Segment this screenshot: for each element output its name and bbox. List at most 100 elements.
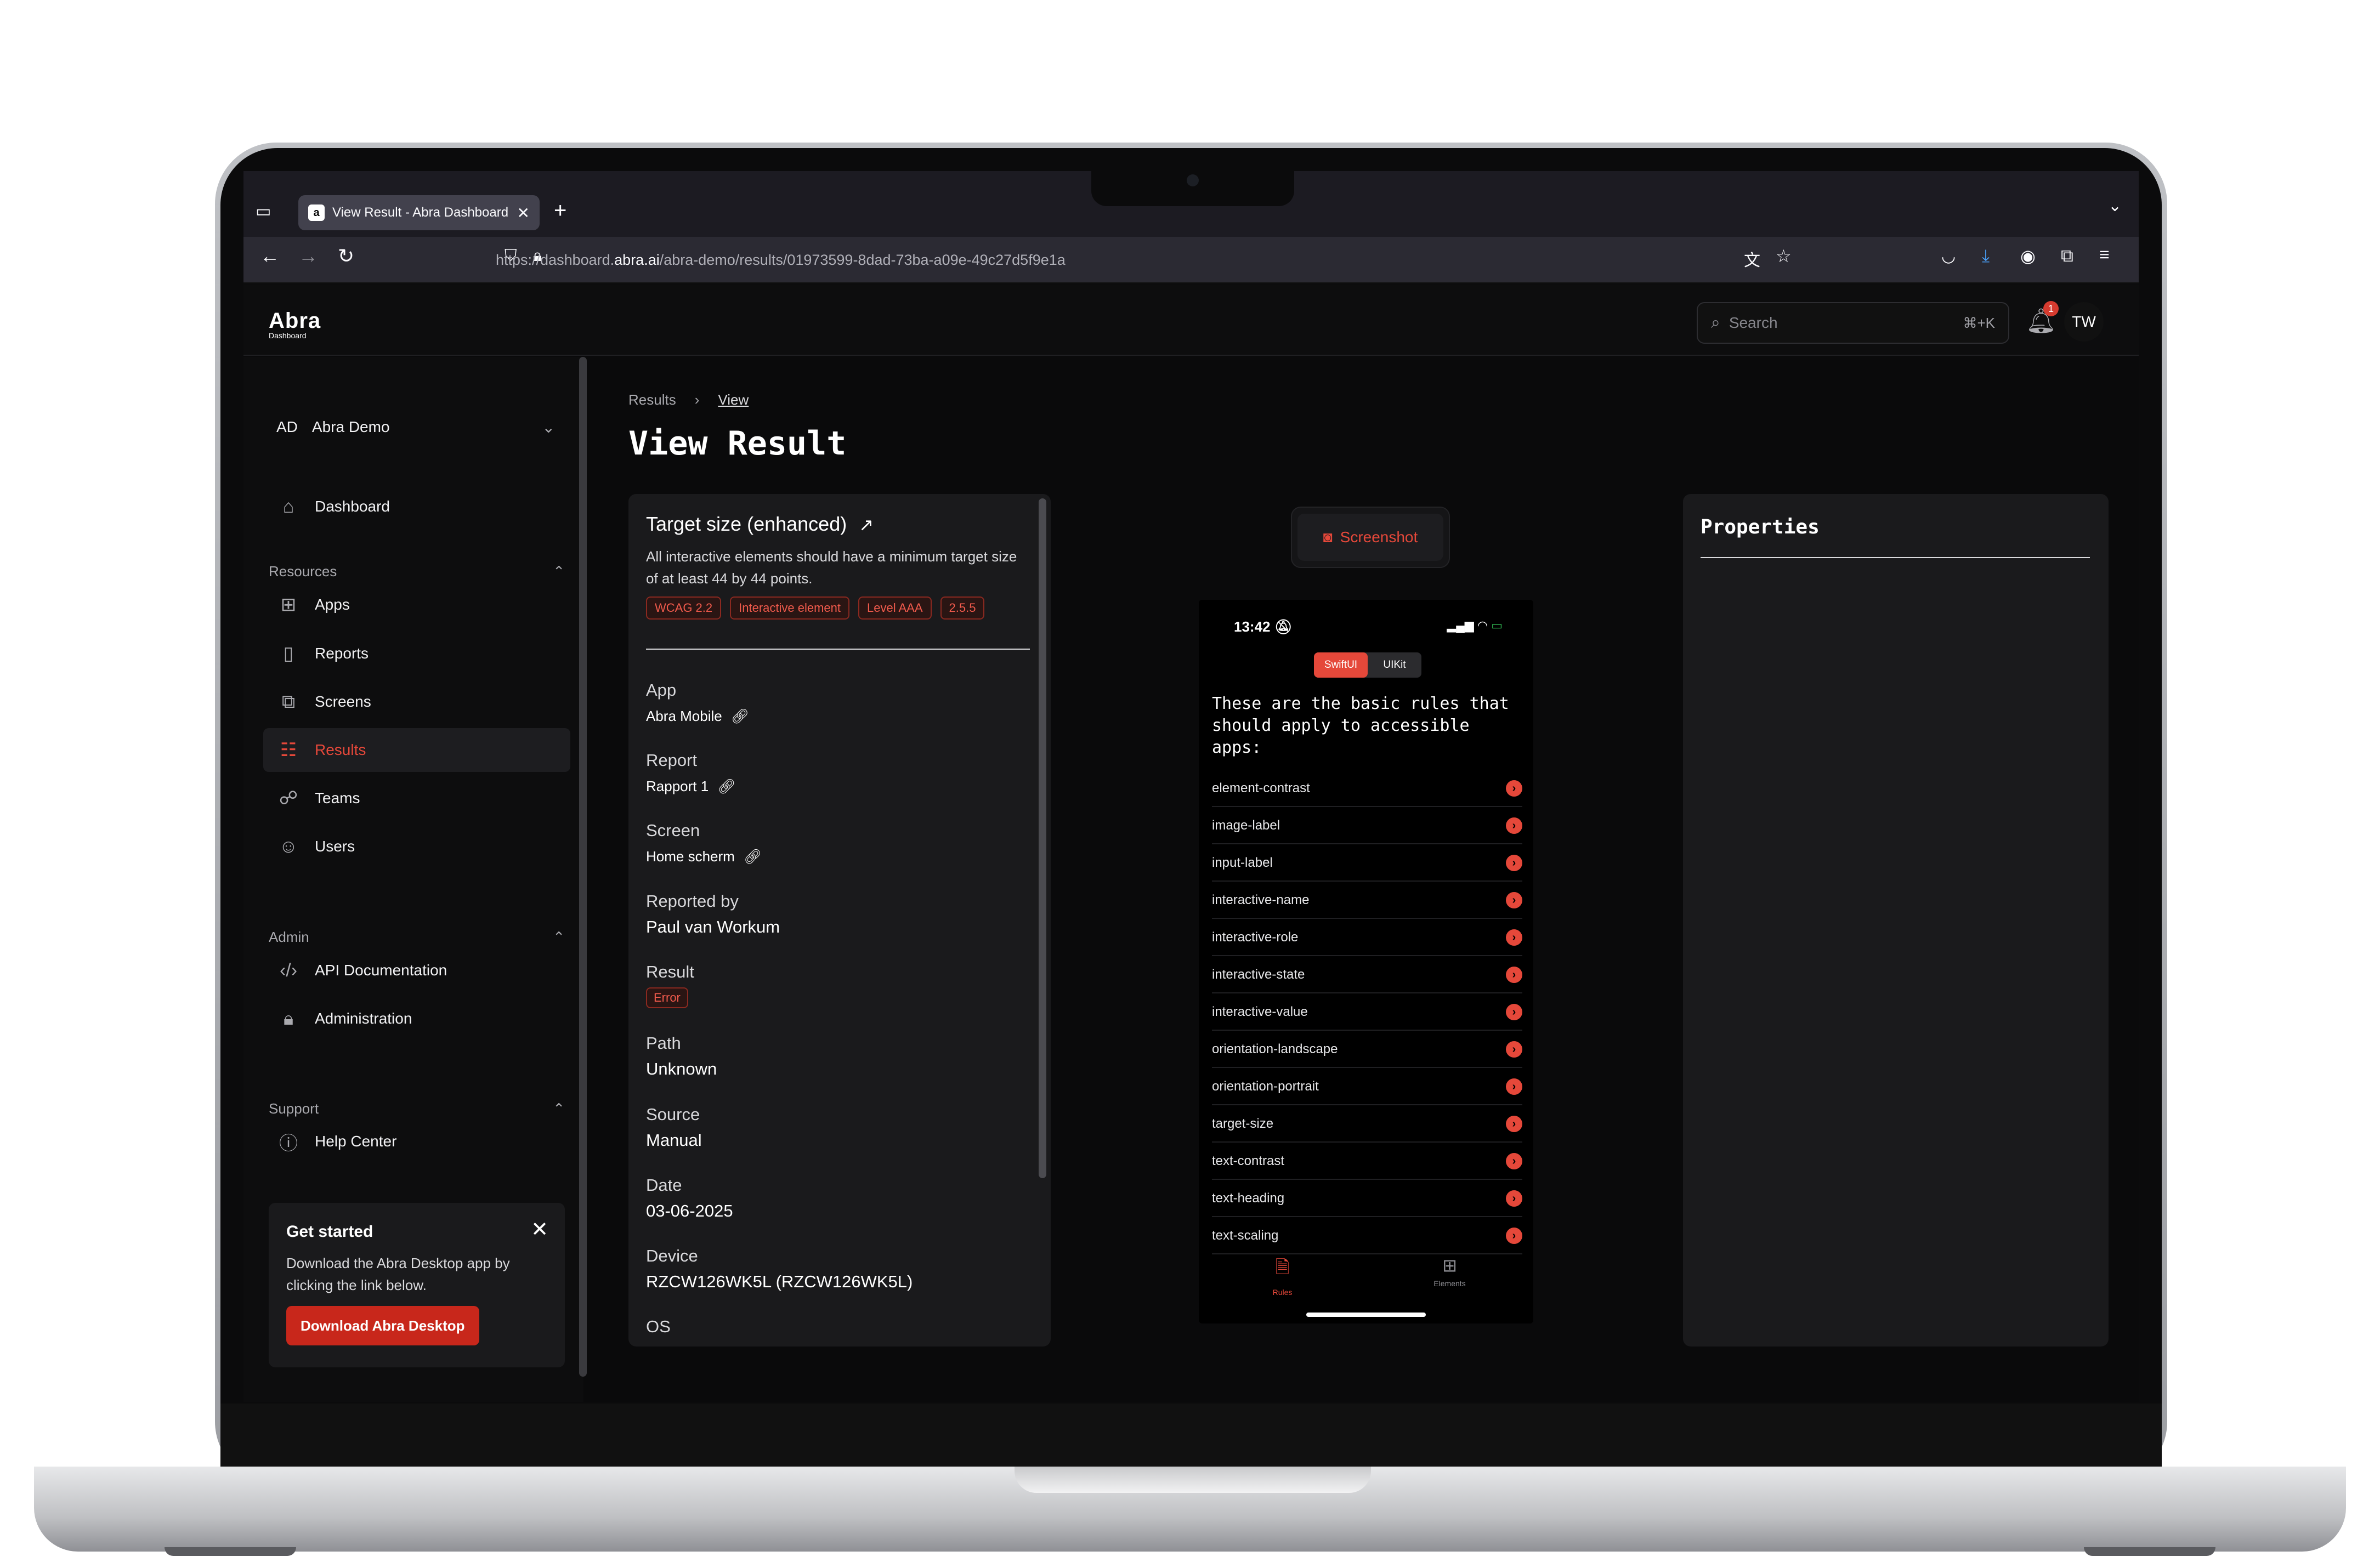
rule-row[interactable]: text-contrast › <box>1212 1144 1522 1180</box>
download-desktop-button[interactable]: Download Abra Desktop <box>286 1306 479 1345</box>
org-switcher[interactable]: AD Abra Demo ⌄ <box>263 405 570 449</box>
account-icon[interactable]: ◉ <box>2020 246 2036 266</box>
signal-icon: ▂▄▆ <box>1447 618 1474 632</box>
rule-row[interactable]: interactive-state › <box>1212 957 1522 993</box>
url-path: /abra-demo/results/01973599-8dad-73ba-a0… <box>659 251 1066 268</box>
rule-tags: WCAG 2.2 Interactive element Level AAA 2… <box>646 596 985 620</box>
sidebar-item-label: Teams <box>315 789 360 806</box>
field-value-device: RZCW126WK5L (RZCW126WK5L) <box>646 1272 913 1291</box>
phone-tab-rules[interactable]: 🗎︎ Rules <box>1199 1255 1366 1310</box>
org-initials: AD <box>276 418 298 435</box>
phone-time: 13:42 🔕︎ <box>1234 618 1293 635</box>
field-value-screen[interactable]: Home scherm 🔗︎ <box>646 848 762 865</box>
laptop-foot-left <box>165 1547 296 1556</box>
rule-row[interactable]: interactive-value › <box>1212 995 1522 1031</box>
app-header: Abra Dashboard ⌕ Search ⌘+K 🔔︎ 1 TW <box>243 285 2139 356</box>
tab-list-icon[interactable]: ▭ <box>256 202 271 221</box>
chevron-right-icon: › <box>1506 892 1522 908</box>
screen: ▭ a View Result - Abra Dashboard ✕ + ⌄ ←… <box>243 171 2139 1402</box>
chevron-right-icon: › <box>1506 1228 1522 1244</box>
sidebar-scrollbar[interactable] <box>579 357 587 1377</box>
chevron-right-icon: › <box>1506 855 1522 871</box>
rule-row[interactable]: orientation-landscape › <box>1212 1032 1522 1068</box>
close-icon[interactable]: ✕ <box>531 1217 548 1242</box>
rule-name: target-size <box>1212 1116 1274 1131</box>
sidebar-item-api-docs[interactable]: ‹/› API Documentation <box>263 948 570 992</box>
rule-title[interactable]: Target size (enhanced) ↗ <box>646 513 874 536</box>
segment-swiftui[interactable]: SwiftUI <box>1314 652 1368 678</box>
rule-description: All interactive elements should have a m… <box>646 548 1017 587</box>
browser-tab[interactable]: a View Result - Abra Dashboard ✕ <box>298 195 540 230</box>
rule-row[interactable]: image-label › <box>1212 808 1522 844</box>
extensions-icon[interactable]: ⧉ <box>2061 246 2073 266</box>
url-field[interactable]: https://dashboard. abra.ai/abra-demo/resu… <box>496 244 1976 276</box>
rule-row[interactable]: element-contrast › <box>1212 771 1522 807</box>
favicon-icon: a <box>308 204 325 221</box>
rule-row[interactable]: text-heading › <box>1212 1181 1522 1217</box>
sidebar-item-users[interactable]: ☺ Users <box>263 825 570 868</box>
breadcrumb-results[interactable]: Results <box>628 391 676 408</box>
download-icon[interactable]: ⤓ <box>1982 246 1990 266</box>
field-label-screen: Screen <box>646 821 700 840</box>
screenshot-button[interactable]: ◙ Screenshot <box>1297 514 1443 561</box>
sidebar-item-help-center[interactable]: ⓘ Help Center <box>263 1120 570 1163</box>
field-value-report[interactable]: Rapport 1 🔗︎ <box>646 778 735 795</box>
logo[interactable]: Abra Dashboard <box>269 309 321 340</box>
link-icon: 🔗︎ <box>717 778 736 794</box>
sidebar-item-administration[interactable]: 🔒︎ Administration <box>263 997 570 1041</box>
close-tab-icon[interactable]: ✕ <box>517 204 530 222</box>
avatar[interactable]: TW <box>2064 302 2104 342</box>
rule-row[interactable]: text-scaling › <box>1212 1218 1522 1254</box>
field-label-app: App <box>646 680 677 700</box>
phone-tab-elements[interactable]: ⊞ Elements <box>1366 1255 1533 1310</box>
back-icon[interactable]: ← <box>260 245 280 268</box>
section-admin[interactable]: Admin ⌃ <box>269 929 565 946</box>
rule-row[interactable]: interactive-role › <box>1212 920 1522 956</box>
document-icon: 🗎︎ <box>1275 1257 1290 1277</box>
field-label-path: Path <box>646 1033 681 1053</box>
menu-icon[interactable]: ≡ <box>2099 245 2110 265</box>
sidebar-item-screens[interactable]: ⧉ Screens <box>263 680 570 724</box>
laptop-foot-right <box>2084 1547 2215 1556</box>
logo-text: Abra <box>269 309 321 333</box>
section-resources[interactable]: Resources ⌃ <box>269 563 565 580</box>
bell-slash-icon: 🔕︎ <box>1274 618 1293 635</box>
sidebar-item-label: Help Center <box>315 1133 397 1150</box>
sidebar-item-label: Reports <box>315 645 369 662</box>
forward-icon[interactable]: → <box>298 245 318 268</box>
field-value-app[interactable]: Abra Mobile 🔗︎ <box>646 708 749 725</box>
tag-level: Level AAA <box>858 596 932 620</box>
list-icon: ☷ <box>280 740 297 760</box>
screens-icon: ⧉ <box>281 691 296 712</box>
sidebar-item-apps[interactable]: ⊞ Apps <box>263 583 570 627</box>
field-label-report: Report <box>646 751 698 770</box>
sidebar-item-reports[interactable]: ▯ Reports <box>263 632 570 675</box>
section-support[interactable]: Support ⌃ <box>269 1100 565 1117</box>
chevron-down-icon[interactable]: ⌄ <box>2108 196 2122 215</box>
reload-icon[interactable]: ↻ <box>338 245 354 268</box>
battery-icon: ▭ <box>1491 618 1503 632</box>
chevron-right-icon: › <box>1506 929 1522 946</box>
rule-name: interactive-role <box>1212 930 1299 945</box>
sidebar-item-results[interactable]: ☷ Results <box>263 728 570 772</box>
grid-icon: ⊞ <box>1442 1255 1457 1275</box>
panel-scrollbar[interactable] <box>1039 498 1046 1178</box>
new-tab-icon[interactable]: + <box>554 198 566 223</box>
rule-name: interactive-state <box>1212 967 1305 982</box>
search-placeholder: Search <box>1729 314 1778 331</box>
segment-uikit[interactable]: UIKit <box>1368 652 1421 678</box>
rule-row[interactable]: orientation-portrait › <box>1212 1069 1522 1105</box>
rule-row[interactable]: interactive-name › <box>1212 883 1522 919</box>
rule-row[interactable]: input-label › <box>1212 845 1522 882</box>
search-input[interactable]: ⌕ Search ⌘+K <box>1697 302 2009 344</box>
sidebar-item-dashboard[interactable]: ⌂ Dashboard <box>263 485 570 529</box>
screenshot-button-label: Screenshot <box>1340 529 1418 546</box>
breadcrumb-view[interactable]: View <box>718 391 749 408</box>
field-value-text: Rapport 1 <box>646 778 709 794</box>
rule-name: text-heading <box>1212 1191 1285 1206</box>
chevron-right-icon: › <box>694 391 700 408</box>
sidebar-item-teams[interactable]: ☍ Teams <box>263 776 570 820</box>
rule-title-text: Target size (enhanced) <box>646 513 847 535</box>
external-link-icon: ↗ <box>859 515 874 535</box>
rule-row[interactable]: target-size › <box>1212 1106 1522 1143</box>
